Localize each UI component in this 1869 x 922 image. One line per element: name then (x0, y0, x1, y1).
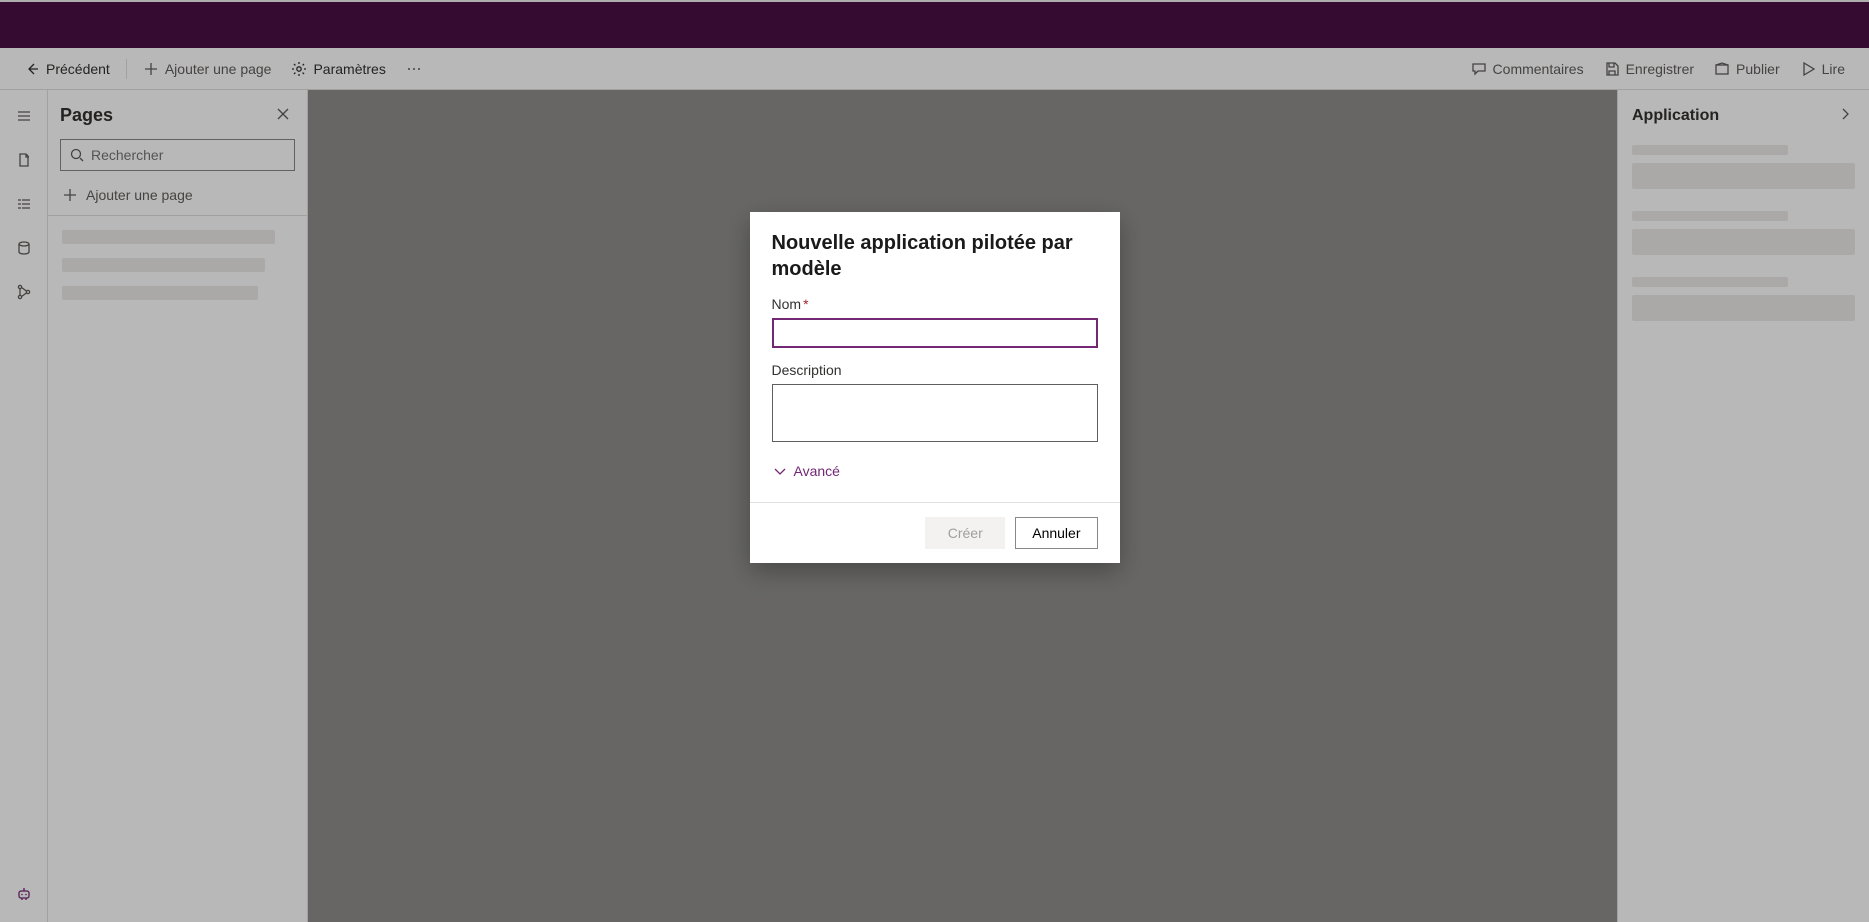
modal-title: Nouvelle application pilotée par modèle (772, 230, 1098, 282)
name-input[interactable] (772, 318, 1098, 348)
required-asterisk: * (803, 296, 808, 312)
name-field-label: Nom* (772, 296, 1098, 312)
description-input[interactable] (772, 384, 1098, 442)
modal-overlay: Nouvelle application pilotée par modèle … (0, 0, 1869, 922)
advanced-label: Avancé (794, 463, 840, 479)
advanced-toggle[interactable]: Avancé (772, 463, 840, 479)
chevron-down-icon (772, 463, 788, 479)
description-field-label: Description (772, 362, 1098, 378)
name-label-text: Nom (772, 296, 802, 312)
cancel-button[interactable]: Annuler (1015, 517, 1097, 549)
new-app-modal: Nouvelle application pilotée par modèle … (750, 212, 1120, 563)
create-button-label: Créer (948, 525, 983, 541)
create-button: Créer (925, 517, 1005, 549)
cancel-button-label: Annuler (1032, 525, 1080, 541)
